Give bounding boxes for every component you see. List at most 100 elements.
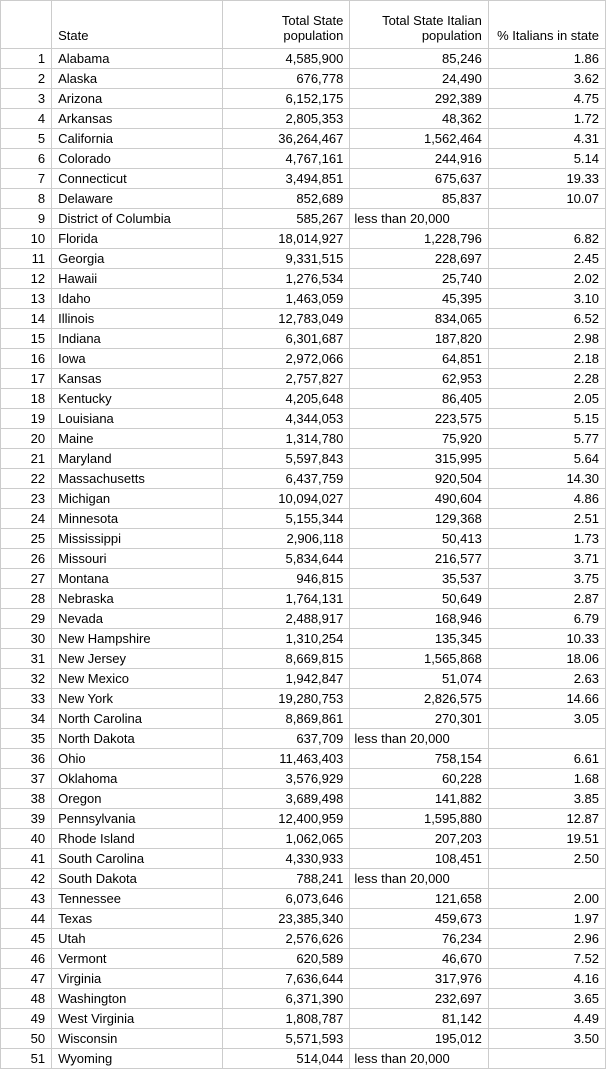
italian-population: 75,920: [350, 429, 488, 449]
table-row: 42South Dakota788,241less than 20,000: [1, 869, 606, 889]
table-row: 19Louisiana4,344,053223,5755.15: [1, 409, 606, 429]
total-population: 5,155,344: [222, 509, 350, 529]
italian-population: 62,953: [350, 369, 488, 389]
total-population: 637,709: [222, 729, 350, 749]
row-index: 28: [1, 589, 52, 609]
table-row: 41South Carolina4,330,933108,4512.50: [1, 849, 606, 869]
header-state: State: [52, 1, 222, 49]
percent-italians: 3.85: [488, 789, 605, 809]
italian-population: 141,882: [350, 789, 488, 809]
percent-italians: 3.71: [488, 549, 605, 569]
percent-italians: 6.52: [488, 309, 605, 329]
italian-population: 50,413: [350, 529, 488, 549]
state-name: Kansas: [52, 369, 222, 389]
percent-italians: [488, 729, 605, 749]
total-population: 3,689,498: [222, 789, 350, 809]
row-index: 42: [1, 869, 52, 889]
row-index: 47: [1, 969, 52, 989]
state-name: Louisiana: [52, 409, 222, 429]
table-row: 29Nevada2,488,917168,9466.79: [1, 609, 606, 629]
italian-population: 86,405: [350, 389, 488, 409]
state-name: Alabama: [52, 49, 222, 69]
percent-italians: 3.75: [488, 569, 605, 589]
table-row: 17Kansas2,757,82762,9532.28: [1, 369, 606, 389]
total-population: 6,073,646: [222, 889, 350, 909]
italian-population: 121,658: [350, 889, 488, 909]
percent-italians: 2.00: [488, 889, 605, 909]
row-index: 46: [1, 949, 52, 969]
italian-population: 207,203: [350, 829, 488, 849]
table-row: 5California36,264,4671,562,4644.31: [1, 129, 606, 149]
total-population: 4,767,161: [222, 149, 350, 169]
table-row: 7Connecticut3,494,851675,63719.33: [1, 169, 606, 189]
italian-population: 85,246: [350, 49, 488, 69]
italian-population: 2,826,575: [350, 689, 488, 709]
percent-italians: 19.33: [488, 169, 605, 189]
state-name: District of Columbia: [52, 209, 222, 229]
total-population: 5,834,644: [222, 549, 350, 569]
row-index: 23: [1, 489, 52, 509]
total-population: 8,869,861: [222, 709, 350, 729]
table-row: 21Maryland5,597,843315,9955.64: [1, 449, 606, 469]
table-row: 49West Virginia1,808,78781,1424.49: [1, 1009, 606, 1029]
percent-italians: 10.07: [488, 189, 605, 209]
row-index: 16: [1, 349, 52, 369]
row-index: 38: [1, 789, 52, 809]
table-row: 33New York19,280,7532,826,57514.66: [1, 689, 606, 709]
total-population: 1,942,847: [222, 669, 350, 689]
percent-italians: 2.96: [488, 929, 605, 949]
table-row: 30New Hampshire1,310,254135,34510.33: [1, 629, 606, 649]
total-population: 4,330,933: [222, 849, 350, 869]
total-population: 620,589: [222, 949, 350, 969]
italian-population: 46,670: [350, 949, 488, 969]
italian-population: 135,345: [350, 629, 488, 649]
state-name: Nebraska: [52, 589, 222, 609]
table-row: 25Mississippi2,906,11850,4131.73: [1, 529, 606, 549]
total-population: 585,267: [222, 209, 350, 229]
state-name: New Hampshire: [52, 629, 222, 649]
row-index: 11: [1, 249, 52, 269]
state-name: Utah: [52, 929, 222, 949]
percent-italians: 2.28: [488, 369, 605, 389]
table-row: 1Alabama4,585,90085,2461.86: [1, 49, 606, 69]
percent-italians: [488, 869, 605, 889]
row-index: 43: [1, 889, 52, 909]
row-index: 18: [1, 389, 52, 409]
row-index: 22: [1, 469, 52, 489]
table-row: 39Pennsylvania12,400,9591,595,88012.87: [1, 809, 606, 829]
percent-italians: 3.50: [488, 1029, 605, 1049]
table-row: 37Oklahoma3,576,92960,2281.68: [1, 769, 606, 789]
table-row: 6Colorado4,767,161244,9165.14: [1, 149, 606, 169]
table-row: 38Oregon3,689,498141,8823.85: [1, 789, 606, 809]
percent-italians: 4.75: [488, 89, 605, 109]
state-name: Vermont: [52, 949, 222, 969]
state-name: Michigan: [52, 489, 222, 509]
row-index: 34: [1, 709, 52, 729]
row-index: 32: [1, 669, 52, 689]
row-index: 8: [1, 189, 52, 209]
row-index: 50: [1, 1029, 52, 1049]
state-name: Ohio: [52, 749, 222, 769]
percent-italians: 2.05: [488, 389, 605, 409]
row-index: 30: [1, 629, 52, 649]
percent-italians: 2.18: [488, 349, 605, 369]
state-name: Colorado: [52, 149, 222, 169]
state-name: Georgia: [52, 249, 222, 269]
italian-population: less than 20,000: [350, 729, 488, 749]
table-row: 11Georgia9,331,515228,6972.45: [1, 249, 606, 269]
header-italian-population: Total State Italian population: [350, 1, 488, 49]
italian-population: 920,504: [350, 469, 488, 489]
total-population: 12,783,049: [222, 309, 350, 329]
percent-italians: [488, 1049, 605, 1069]
italian-population: 195,012: [350, 1029, 488, 1049]
total-population: 4,585,900: [222, 49, 350, 69]
state-name: Iowa: [52, 349, 222, 369]
total-population: 10,094,027: [222, 489, 350, 509]
table-row: 47Virginia7,636,644317,9764.16: [1, 969, 606, 989]
percent-italians: 2.63: [488, 669, 605, 689]
italian-population: 51,074: [350, 669, 488, 689]
percent-italians: 3.65: [488, 989, 605, 1009]
state-name: Alaska: [52, 69, 222, 89]
total-population: 36,264,467: [222, 129, 350, 149]
state-name: Nevada: [52, 609, 222, 629]
